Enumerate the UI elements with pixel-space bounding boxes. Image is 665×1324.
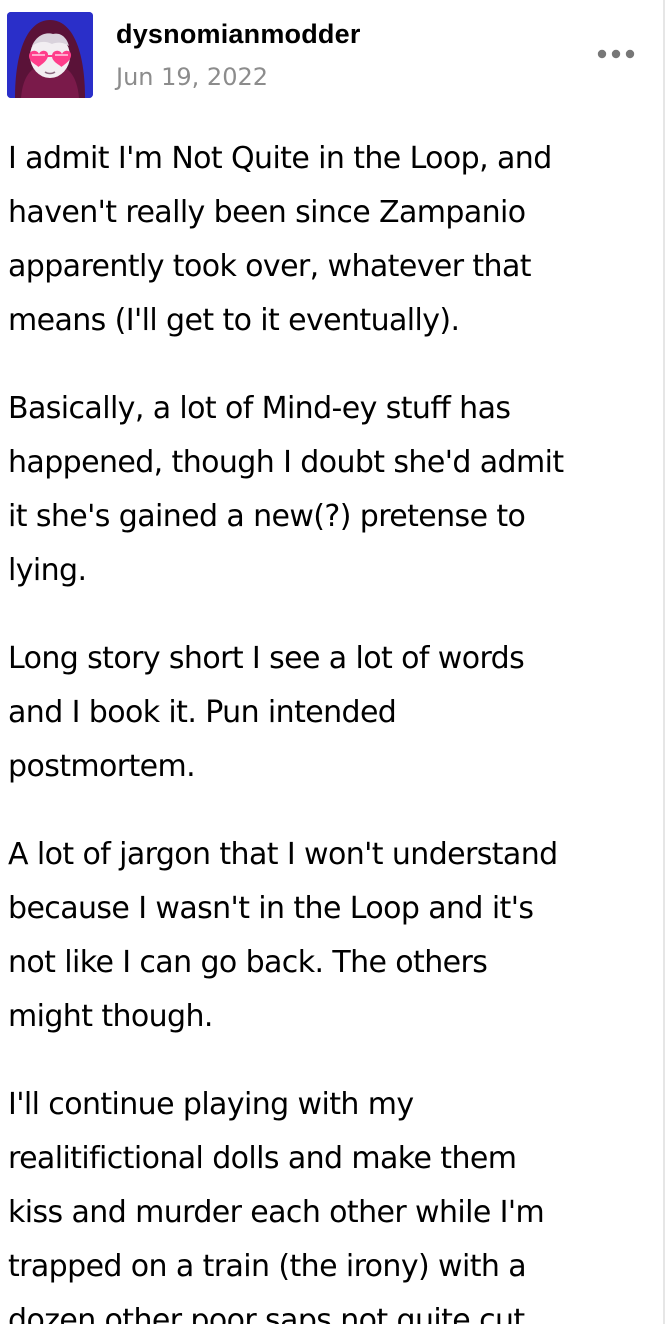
post-paragraph: Basically, a lot of Mind-ey stuff has ha…	[8, 391, 564, 588]
more-options-button[interactable]	[592, 36, 640, 72]
post-paragraph: I admit I'm Not Quite in the Loop, and h…	[8, 141, 552, 338]
author-name[interactable]: dysnomianmodder	[116, 17, 361, 51]
avatar[interactable]	[7, 12, 93, 98]
post-date[interactable]: Jun 19, 2022	[116, 60, 268, 94]
post-header: dysnomianmodder Jun 19, 2022	[0, 0, 665, 110]
post-body: I admit I'm Not Quite in the Loop, and h…	[8, 132, 653, 1324]
forum-post: dysnomianmodder Jun 19, 2022 I admit I'm…	[0, 0, 665, 1324]
more-horizontal-icon	[597, 49, 635, 59]
post-paragraph: Long story short I see a lot of words an…	[8, 641, 525, 784]
masked-figure-icon	[7, 12, 93, 98]
post-paragraph: I'll continue playing with my realitific…	[8, 1087, 545, 1324]
post-paragraph: A lot of jargon that I won't understand …	[8, 837, 558, 1034]
